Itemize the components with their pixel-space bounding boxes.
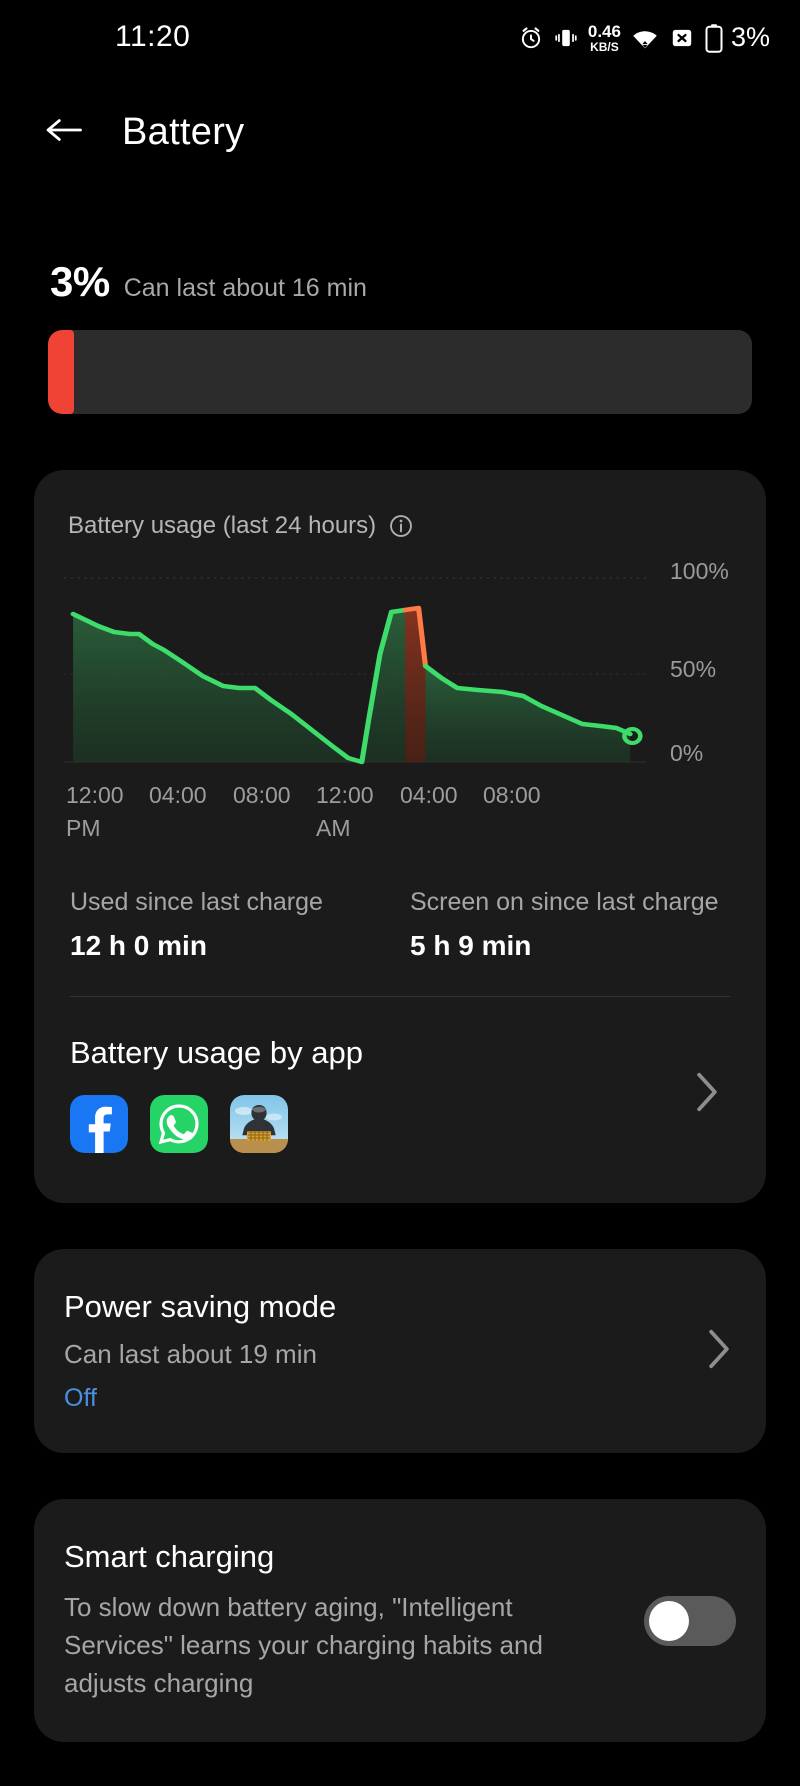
network-speed-indicator: 0.46 KB/S: [588, 23, 621, 53]
x-tick-3: 12:00 AM: [316, 782, 374, 842]
smart-charging-text: Smart charging To slow down battery agin…: [64, 1539, 618, 1702]
stat-used-value: 12 h 0 min: [70, 930, 207, 962]
smart-charging-toggle[interactable]: [644, 1595, 736, 1646]
smart-charging-title: Smart charging: [64, 1539, 275, 1575]
stat-used-label: Used since last charge: [70, 888, 323, 916]
battery-icon: [704, 23, 724, 53]
x-tick-0: 12:00 PM: [66, 782, 124, 842]
x-tick-0-label: 12:00: [66, 782, 124, 808]
power-saving-mode-row[interactable]: Power saving mode Can last about 19 min …: [34, 1249, 766, 1454]
stat-screen-label: Screen on since last charge: [410, 888, 719, 916]
pubg-app-icon[interactable]: [230, 1095, 288, 1154]
x-tick-2-label: 08:00: [233, 782, 291, 808]
y-tick-100: 100%: [670, 558, 729, 584]
battery-percent-large: 3%: [50, 258, 110, 305]
x-tick-4-label: 04:00: [400, 782, 458, 808]
y-tick-0: 0%: [670, 740, 704, 766]
x-tick-5: 08:00: [483, 782, 541, 809]
wifi-icon: [630, 25, 660, 51]
x-tick-0-sublabel: PM: [66, 815, 101, 841]
chart-area-fill-right: [425, 666, 631, 762]
smart-charging-toggle-knob: [649, 1600, 689, 1641]
x-tick-1-label: 04:00: [149, 782, 207, 808]
battery-usage-title-text: Battery usage (last 24 hours): [68, 512, 377, 539]
power-saving-mode-state: Off: [64, 1384, 97, 1413]
battery-settings-screen: 11:20 0.46 KB/S 3% Battery 3% Can last a…: [0, 0, 800, 1786]
app-bar: Battery: [0, 78, 800, 186]
power-saving-mode-description: Can last about 19 min: [64, 1339, 317, 1370]
battery-level-bar: [48, 330, 752, 414]
chart-x-axis: 12:00 PM 04:00 08:00 12:00 AM 04:00 08:0…: [64, 782, 736, 858]
power-saving-mode-text: Power saving mode Can last about 19 min …: [64, 1289, 336, 1413]
facebook-app-icon[interactable]: [70, 1095, 128, 1154]
info-icon[interactable]: [388, 513, 414, 539]
x-tick-3-sublabel: AM: [316, 815, 351, 841]
status-bar-battery-percent: 3%: [730, 22, 770, 52]
battery-usage-chart: 100% 50% 0%: [64, 558, 736, 770]
status-bar-clock: 11:20: [115, 20, 191, 53]
app-icons-list: [70, 1095, 363, 1154]
page-title: Battery: [122, 110, 245, 153]
power-saving-mode-title: Power saving mode: [64, 1289, 337, 1325]
battery-stats: Used since last charge 12 h 0 min Screen…: [64, 884, 736, 962]
battery-usage-by-app-left: Battery usage by app: [70, 1035, 363, 1154]
back-arrow-icon: [44, 113, 84, 152]
battery-level-fill: [48, 330, 74, 414]
smart-charging-description: To slow down battery aging, "Intelligent…: [64, 1592, 543, 1698]
battery-usage-by-app-title: Battery usage by app: [70, 1035, 363, 1071]
battery-usage-card-title: Battery usage (last 24 hours): [64, 512, 736, 540]
vibrate-icon: [553, 25, 579, 51]
sim-disabled-icon: [669, 25, 695, 51]
stat-used-since-last-charge: Used since last charge 12 h 0 min: [70, 884, 390, 962]
stat-screen-value: 5 h 9 min: [410, 930, 532, 962]
battery-level-bar-wrapper: [0, 306, 800, 414]
x-tick-4: 04:00: [400, 782, 458, 809]
x-tick-1: 04:00: [149, 782, 207, 809]
battery-chart-svg: [64, 577, 646, 765]
battery-estimate-text: Can last about 16 min: [123, 274, 367, 302]
back-button[interactable]: [42, 110, 86, 154]
status-bar-icons: 0.46 KB/S 3%: [518, 22, 770, 53]
stat-screen-on-since-last-charge: Screen on since last charge 5 h 9 min: [410, 884, 730, 962]
battery-usage-by-app-row[interactable]: Battery usage by app: [64, 997, 736, 1169]
x-tick-3-label: 12:00: [316, 782, 374, 808]
network-speed-unit: KB/S: [590, 39, 619, 54]
chevron-right-icon[interactable]: [694, 1070, 730, 1119]
whatsapp-app-icon[interactable]: [150, 1095, 208, 1154]
status-bar: 11:20 0.46 KB/S 3%: [0, 0, 800, 78]
x-tick-5-label: 08:00: [483, 782, 541, 808]
chart-y-axis: 100% 50% 0%: [648, 558, 736, 770]
y-tick-50: 50%: [670, 656, 717, 682]
battery-summary: 3% Can last about 16 min: [0, 186, 800, 306]
smart-charging-row[interactable]: Smart charging To slow down battery agin…: [34, 1499, 766, 1743]
alarm-icon: [518, 25, 544, 51]
chevron-right-icon[interactable]: [706, 1327, 732, 1376]
network-speed-value: 0.46: [587, 21, 621, 41]
battery-usage-card: Battery usage (last 24 hours) 100% 50% 0…: [34, 470, 766, 1204]
x-tick-2: 08:00: [233, 782, 291, 809]
